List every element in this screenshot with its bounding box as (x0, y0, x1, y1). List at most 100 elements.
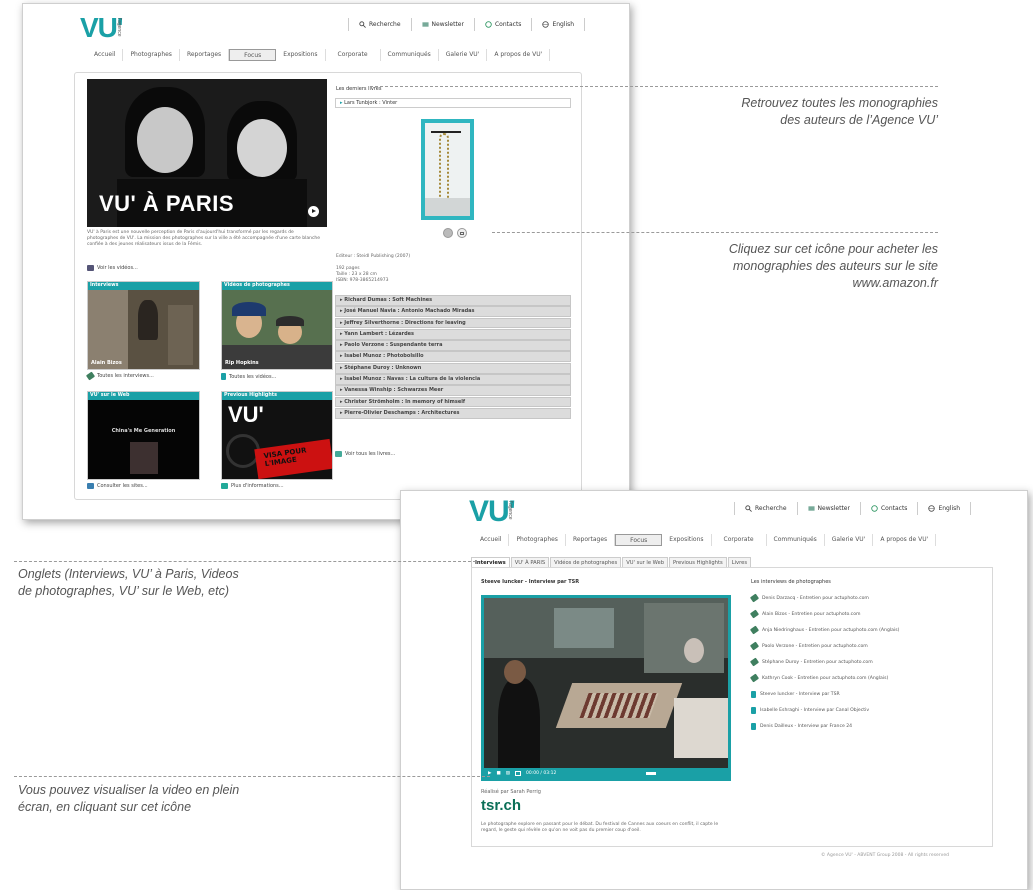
list-item[interactable]: ▸ Isabel Munoz : Photobolsillo (335, 351, 571, 363)
tab-livres[interactable]: Livres (727, 557, 752, 567)
search-link[interactable]: Recherche (348, 18, 411, 31)
consult-sites-link[interactable]: Consulter les sites... (87, 483, 148, 489)
logo-subtitle: l'agence (116, 18, 122, 37)
list-item[interactable]: ▸ Isabel Munoz : Navas : La cultura de l… (335, 374, 571, 385)
menu-focus[interactable]: Focus (229, 49, 277, 61)
list-item[interactable]: Kathryn Cook - Entretien pour actuphoto.… (749, 670, 981, 686)
menu-expositions[interactable]: Expositions (662, 534, 712, 546)
box-previous-highlights[interactable]: Previous Highlights VU' VISA POUR L'IMAG… (221, 391, 333, 480)
menu-corporate[interactable]: Corporate (712, 534, 767, 546)
menu-accueil[interactable]: Accueil (87, 49, 124, 61)
mic-icon (749, 625, 760, 635)
box-interviews[interactable]: Interviews Alain Bizos (87, 281, 200, 370)
menu-accueil[interactable]: Accueil (473, 534, 510, 546)
main-menu: Accueil Photographes Reportages Focus Ex… (473, 534, 937, 546)
menu-photographes[interactable]: Photographes (123, 49, 180, 61)
menu-photographes[interactable]: Photographes (509, 534, 566, 546)
progress-bar[interactable] (646, 771, 657, 775)
see-all-books-link[interactable]: Voir tous les livres... (335, 451, 395, 457)
vu-logo[interactable]: VU' l'agence (80, 12, 124, 44)
book-cover[interactable] (421, 119, 474, 220)
list-item[interactable]: Anja Niedringhaus - Entretien pour actup… (749, 622, 981, 638)
hero-image[interactable]: VU' À PARIS (87, 79, 327, 227)
menu-galerie[interactable]: Galerie VU' (825, 534, 874, 546)
list-item[interactable]: ▸ Christer Strömholm : In memory of hims… (335, 396, 571, 408)
list-item[interactable]: Alain Bizos - Entretien pour actuphoto.c… (749, 606, 981, 622)
globe-icon (928, 505, 936, 512)
logo-subtitle: l'agence (507, 501, 513, 520)
list-item[interactable]: ▸ Paolo Verzone : Suspendante terra (335, 340, 571, 351)
tab-interviews[interactable]: Interviews (471, 557, 510, 567)
tv-icon (751, 706, 756, 714)
tab-previous-highlights[interactable]: Previous Highlights (669, 557, 727, 567)
list-item[interactable]: Denis Dailleux - Interview par France 24 (751, 718, 981, 734)
main-menu: Accueil Photographes Reportages Focus Ex… (87, 49, 551, 61)
annotation-tabs: Onglets (Interviews, VU’ à Paris, Videos… (18, 567, 239, 598)
tab-videos-photographes[interactable]: Vidéos de photographes (550, 557, 622, 567)
list-item[interactable]: ▸ Richard Dumas : Soft Machines (335, 295, 571, 306)
newsletter-icon (807, 506, 815, 511)
menu-focus[interactable]: Focus (615, 534, 663, 546)
video-player[interactable]: ▶ ■ ▨ 00:00 / 03:12 (481, 595, 731, 781)
page: VU' l'agence Recherche Newsletter Contac… (0, 0, 1033, 890)
search-link[interactable]: Recherche (734, 502, 797, 515)
newsletter-link[interactable]: Newsletter (410, 18, 474, 31)
box-videos[interactable]: Vidéos de photographes Rip Hopkins (221, 281, 333, 370)
hero-title: VU' À PARIS (99, 191, 235, 216)
more-info-link[interactable]: Plus d'informations... (221, 483, 284, 489)
play-icon[interactable] (308, 206, 319, 217)
see-videos-link[interactable]: Voir les vidéos... (87, 265, 138, 271)
tab-vu-a-paris[interactable]: VU' À PARIS (510, 557, 550, 567)
amazon-buy-icon[interactable] (457, 228, 467, 238)
info-icon[interactable] (443, 228, 453, 238)
book-meta-details: 192 pages Taille : 23 x 28 cm ISBN: 978-… (336, 266, 389, 283)
contacts-link[interactable]: Contacts (859, 502, 917, 515)
interviews-list-title: Les interviews de photographes (751, 579, 831, 585)
menu-communiques[interactable]: Communiqués (381, 49, 439, 61)
web-icon (87, 483, 94, 489)
menu-expositions[interactable]: Expositions (276, 49, 326, 61)
fullscreen-icon[interactable] (515, 770, 521, 776)
tsr-logo[interactable]: tsr.ch (481, 797, 521, 814)
list-item[interactable]: ▸ Yann Lambert : Lézardes (335, 328, 571, 340)
list-item[interactable]: Denis Darzacq - Entretien pour actuphoto… (749, 590, 981, 606)
focus-tabs: Interviews VU' À PARIS Vidéos de photogr… (471, 557, 752, 567)
menu-a-propos[interactable]: A propos de VU' (487, 49, 551, 61)
volume-icon[interactable]: ▨ (506, 771, 510, 776)
list-item[interactable]: Paolo Verzone - Entretien pour actuphoto… (749, 638, 981, 654)
top-links: Recherche Newsletter Contacts English (348, 18, 586, 31)
all-interviews-link[interactable]: Toutes les interviews... (85, 371, 154, 381)
mic-icon (749, 657, 760, 667)
list-item[interactable]: ▸ Pierre-Olivier Deschamps : Architectur… (335, 407, 571, 419)
books-icon (335, 451, 342, 457)
english-link[interactable]: English (917, 502, 972, 515)
list-item[interactable]: ▸ Jeffrey Silverthorne : Directions for … (335, 317, 571, 329)
menu-communiques[interactable]: Communiqués (767, 534, 825, 546)
current-book[interactable]: ▸ Lars Tunbjork : Vinter (335, 98, 571, 108)
newsletter-link[interactable]: Newsletter (796, 502, 860, 515)
contacts-link[interactable]: Contacts (473, 18, 531, 31)
list-item[interactable]: Steeve Iuncker - Interview par TSR (751, 686, 981, 702)
vu-logo[interactable]: VU' l'agence (469, 495, 516, 529)
interviews-screenshot: VU' l'agence Recherche Newsletter Contac… (400, 490, 1028, 890)
tab-vu-web[interactable]: VU' sur le Web (622, 557, 668, 567)
list-item[interactable]: Isabelle Eshraghi - Interview par Canal … (751, 702, 981, 718)
list-item[interactable]: Stéphane Duroy - Entretien pour actuphot… (749, 654, 981, 670)
list-item[interactable]: ▸ Stéphane Duroy : Unknown (335, 362, 571, 374)
play-icon[interactable]: ▶ (488, 771, 491, 776)
globe-icon (542, 21, 550, 28)
list-item[interactable]: ▸ José Manuel Navia : Antonio Machado Mi… (335, 306, 571, 318)
all-videos-link[interactable]: Toutes les vidéos... (221, 373, 276, 380)
menu-galerie[interactable]: Galerie VU' (439, 49, 488, 61)
list-item[interactable]: ▸ Vanessa Winship : Schwarzes Meer (335, 385, 571, 397)
menu-corporate[interactable]: Corporate (326, 49, 381, 61)
menu-a-propos[interactable]: A propos de VU' (873, 534, 937, 546)
menu-reportages[interactable]: Reportages (566, 534, 616, 546)
english-link[interactable]: English (531, 18, 586, 31)
contact-icon (871, 505, 878, 512)
box-vu-web[interactable]: VU' sur le Web China's Me Generation (87, 391, 200, 480)
box-title: VU' sur le Web (88, 392, 199, 400)
video-time: 00:00 / 03:12 (526, 770, 557, 776)
menu-reportages[interactable]: Reportages (180, 49, 230, 61)
stop-icon[interactable]: ■ (496, 771, 500, 776)
